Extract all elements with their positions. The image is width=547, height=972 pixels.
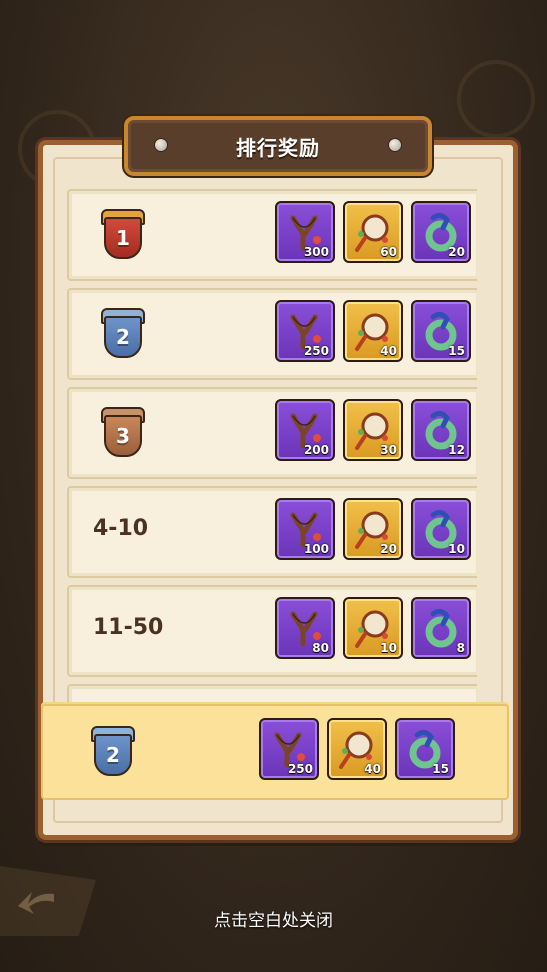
- jade-ring-reward[interactable]: 15: [395, 718, 455, 780]
- drum-reward[interactable]: 40: [343, 300, 403, 362]
- rank-range-label: 4-10: [93, 516, 149, 541]
- drum-reward[interactable]: 10: [343, 597, 403, 659]
- reward-count: 30: [380, 443, 397, 457]
- reward-row: 2 250 40 15: [67, 288, 477, 380]
- shield-icon: 2: [104, 316, 142, 358]
- reward-count: 40: [364, 762, 381, 776]
- jade-ring-reward[interactable]: 10: [411, 498, 471, 560]
- background-ornament: [457, 60, 535, 138]
- reward-count: 80: [312, 641, 329, 655]
- reward-count: 15: [432, 762, 449, 776]
- slingshot-reward[interactable]: 250: [275, 300, 335, 362]
- title-plaque: 排行奖励: [124, 116, 432, 176]
- rank-3-badge: 3: [99, 407, 145, 457]
- rank-2-badge: 2: [99, 308, 145, 358]
- jade-ring-reward[interactable]: 12: [411, 399, 471, 461]
- shield-icon: 1: [104, 217, 142, 259]
- my-rank-badge: 2: [89, 726, 135, 776]
- slingshot-reward[interactable]: 250: [259, 718, 319, 780]
- reward-count: 10: [448, 542, 465, 556]
- jade-ring-reward[interactable]: 15: [411, 300, 471, 362]
- drum-reward[interactable]: 40: [327, 718, 387, 780]
- reward-items: 80 10 8: [275, 597, 471, 659]
- shield-icon: 3: [104, 415, 142, 457]
- drum-reward[interactable]: 30: [343, 399, 403, 461]
- drum-reward[interactable]: 60: [343, 201, 403, 263]
- shield-icon: 2: [94, 734, 132, 776]
- slingshot-reward[interactable]: 300: [275, 201, 335, 263]
- reward-count: 40: [380, 344, 397, 358]
- reward-row: 11-50 80 10 8: [67, 585, 477, 677]
- reward-count: 60: [380, 245, 397, 259]
- reward-row: 4-10 100 20 10: [67, 486, 477, 578]
- rank-1-badge: 1: [99, 209, 145, 259]
- my-reward-items: 250 40 15: [259, 718, 455, 780]
- reward-count: 10: [380, 641, 397, 655]
- rank-range-label: 11-50: [93, 615, 164, 640]
- reward-count: 250: [303, 344, 329, 358]
- close-hint[interactable]: 点击空白处关闭: [0, 906, 547, 931]
- reward-items: 300 60 20: [275, 201, 471, 263]
- bolt-icon: [154, 138, 168, 152]
- panel-title: 排行奖励: [236, 135, 320, 160]
- reward-count: 12: [448, 443, 465, 457]
- reward-count: 200: [303, 443, 329, 457]
- reward-count: 20: [448, 245, 465, 259]
- reward-count: 20: [380, 542, 397, 556]
- reward-row: 1 300 60 20: [67, 189, 477, 281]
- reward-count: 100: [303, 542, 329, 556]
- reward-count: 300: [303, 245, 329, 259]
- drum-reward[interactable]: 20: [343, 498, 403, 560]
- reward-count: 15: [448, 344, 465, 358]
- reward-count: 250: [287, 762, 313, 776]
- bolt-icon: [388, 138, 402, 152]
- slingshot-reward[interactable]: 80: [275, 597, 335, 659]
- reward-items: 200 30 12: [275, 399, 471, 461]
- my-rank-bar: 2 250 40 15: [41, 704, 509, 800]
- jade-ring-reward[interactable]: 8: [411, 597, 471, 659]
- reward-items: 250 40 15: [275, 300, 471, 362]
- reward-row: 3 200 30 12: [67, 387, 477, 479]
- jade-ring-reward[interactable]: 20: [411, 201, 471, 263]
- slingshot-reward[interactable]: 100: [275, 498, 335, 560]
- reward-count: 8: [456, 641, 465, 655]
- rewards-list[interactable]: 1 300 60 20 2 250 40 15 3 200 30 12 4-10…: [67, 189, 477, 719]
- reward-items: 100 20 10: [275, 498, 471, 560]
- slingshot-reward[interactable]: 200: [275, 399, 335, 461]
